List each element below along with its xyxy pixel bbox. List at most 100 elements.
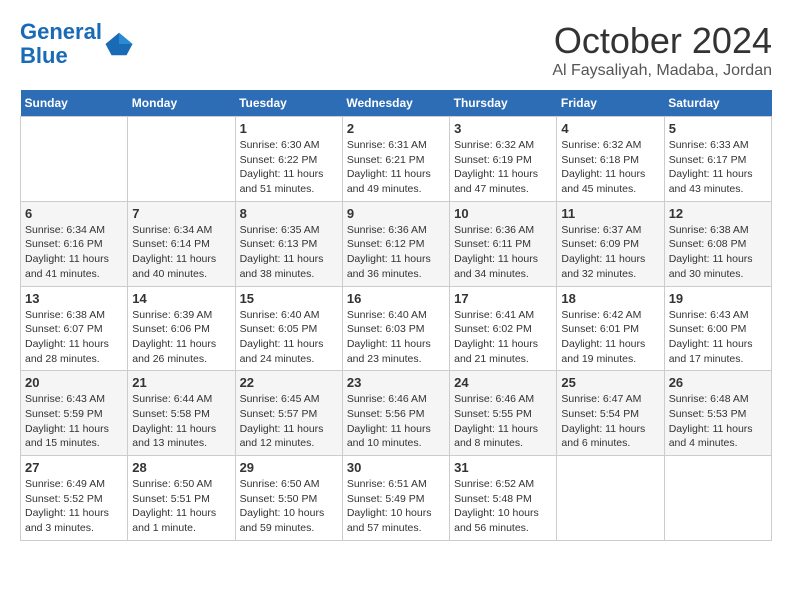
day-info: Sunrise: 6:40 AM Sunset: 6:03 PM Dayligh… xyxy=(347,308,445,367)
day-info: Sunrise: 6:33 AM Sunset: 6:17 PM Dayligh… xyxy=(669,138,767,197)
day-number: 8 xyxy=(240,206,338,221)
weekday-header-sunday: Sunday xyxy=(21,90,128,117)
calendar-cell: 26Sunrise: 6:48 AM Sunset: 5:53 PM Dayli… xyxy=(664,371,771,456)
calendar-cell: 22 Sunrise: 6:45 AM Sunset: 5:57 PM Dayli… xyxy=(235,371,342,456)
weekday-header-row: SundayMondayTuesdayWednesdayThursdayFrid… xyxy=(21,90,772,117)
calendar-cell: 24Sunrise: 6:46 AM Sunset: 5:55 PM Dayli… xyxy=(450,371,557,456)
location-subtitle: Al Faysaliyah, Madaba, Jordan xyxy=(552,62,772,80)
day-number: 13 xyxy=(25,291,123,306)
day-info: Sunrise: 6:34 AM Sunset: 6:14 PM Dayligh… xyxy=(132,223,230,282)
day-number: 3 xyxy=(454,121,552,136)
day-number: 2 xyxy=(347,121,445,136)
day-number: 28 xyxy=(132,460,230,475)
day-info: Sunrise: 6:50 AM Sunset: 5:51 PM Dayligh… xyxy=(132,477,230,536)
day-number: 11 xyxy=(561,206,659,221)
calendar-cell xyxy=(557,456,664,541)
day-info: Sunrise: 6:44 AM Sunset: 5:58 PM Dayligh… xyxy=(132,392,230,451)
day-info: Sunrise: 6:35 AM Sunset: 6:13 PM Dayligh… xyxy=(240,223,338,282)
day-info: Sunrise: 6:50 AM Sunset: 5:50 PM Dayligh… xyxy=(240,477,338,536)
calendar-cell: 2 Sunrise: 6:31 AM Sunset: 6:21 PM Daylig… xyxy=(342,117,449,202)
calendar-cell: 29 Sunrise: 6:50 AM Sunset: 5:50 PM Dayli… xyxy=(235,456,342,541)
calendar-cell: 13 Sunrise: 6:38 AM Sunset: 6:07 PM Dayli… xyxy=(21,286,128,371)
weekday-header-tuesday: Tuesday xyxy=(235,90,342,117)
day-info: Sunrise: 6:43 AM Sunset: 6:00 PM Dayligh… xyxy=(669,308,767,367)
day-number: 1 xyxy=(240,121,338,136)
calendar-cell: 6 Sunrise: 6:34 AM Sunset: 6:16 PM Daylig… xyxy=(21,201,128,286)
calendar-cell xyxy=(21,117,128,202)
day-number: 14 xyxy=(132,291,230,306)
day-number: 16 xyxy=(347,291,445,306)
day-number: 4 xyxy=(561,121,659,136)
calendar-table: SundayMondayTuesdayWednesdayThursdayFrid… xyxy=(20,90,772,541)
calendar-cell: 19 Sunrise: 6:43 AM Sunset: 6:00 PM Dayli… xyxy=(664,286,771,371)
calendar-cell: 14 Sunrise: 6:39 AM Sunset: 6:06 PM Dayli… xyxy=(128,286,235,371)
day-info: Sunrise: 6:31 AM Sunset: 6:21 PM Dayligh… xyxy=(347,138,445,197)
day-info: Sunrise: 6:32 AM Sunset: 6:19 PM Dayligh… xyxy=(454,138,552,197)
logo-icon xyxy=(104,29,134,59)
day-number: 9 xyxy=(347,206,445,221)
calendar-cell: 21 Sunrise: 6:44 AM Sunset: 5:58 PM Dayli… xyxy=(128,371,235,456)
day-number: 31 xyxy=(454,460,552,475)
calendar-cell: 20 Sunrise: 6:43 AM Sunset: 5:59 PM Dayli… xyxy=(21,371,128,456)
weekday-header-thursday: Thursday xyxy=(450,90,557,117)
day-number: 21 xyxy=(132,375,230,390)
calendar-cell: 7 Sunrise: 6:34 AM Sunset: 6:14 PM Daylig… xyxy=(128,201,235,286)
day-number: 7 xyxy=(132,206,230,221)
week-row-3: 13 Sunrise: 6:38 AM Sunset: 6:07 PM Dayli… xyxy=(21,286,772,371)
logo-text: GeneralBlue xyxy=(20,20,102,68)
day-info: Sunrise: 6:45 AM Sunset: 5:57 PM Dayligh… xyxy=(240,392,338,451)
day-number: 18 xyxy=(561,291,659,306)
day-info: Sunrise: 6:46 AM Sunset: 5:55 PM Dayligh… xyxy=(454,392,552,451)
day-number: 19 xyxy=(669,291,767,306)
weekday-header-friday: Friday xyxy=(557,90,664,117)
calendar-cell: 9 Sunrise: 6:36 AM Sunset: 6:12 PM Daylig… xyxy=(342,201,449,286)
day-info: Sunrise: 6:46 AM Sunset: 5:56 PM Dayligh… xyxy=(347,392,445,451)
calendar-cell: 25 Sunrise: 6:47 AM Sunset: 5:54 PM Dayli… xyxy=(557,371,664,456)
calendar-cell: 18Sunrise: 6:42 AM Sunset: 6:01 PM Dayli… xyxy=(557,286,664,371)
weekday-header-saturday: Saturday xyxy=(664,90,771,117)
day-number: 6 xyxy=(25,206,123,221)
day-info: Sunrise: 6:34 AM Sunset: 6:16 PM Dayligh… xyxy=(25,223,123,282)
week-row-5: 27Sunrise: 6:49 AM Sunset: 5:52 PM Dayli… xyxy=(21,456,772,541)
day-number: 17 xyxy=(454,291,552,306)
calendar-cell: 15Sunrise: 6:40 AM Sunset: 6:05 PM Dayli… xyxy=(235,286,342,371)
day-number: 27 xyxy=(25,460,123,475)
calendar-cell: 11 Sunrise: 6:37 AM Sunset: 6:09 PM Dayli… xyxy=(557,201,664,286)
calendar-cell: 30 Sunrise: 6:51 AM Sunset: 5:49 PM Dayli… xyxy=(342,456,449,541)
day-info: Sunrise: 6:30 AM Sunset: 6:22 PM Dayligh… xyxy=(240,138,338,197)
day-info: Sunrise: 6:48 AM Sunset: 5:53 PM Dayligh… xyxy=(669,392,767,451)
month-title: October 2024 xyxy=(552,20,772,62)
day-info: Sunrise: 6:52 AM Sunset: 5:48 PM Dayligh… xyxy=(454,477,552,536)
day-number: 30 xyxy=(347,460,445,475)
day-info: Sunrise: 6:36 AM Sunset: 6:11 PM Dayligh… xyxy=(454,223,552,282)
calendar-cell: 23 Sunrise: 6:46 AM Sunset: 5:56 PM Dayli… xyxy=(342,371,449,456)
calendar-cell: 4 Sunrise: 6:32 AM Sunset: 6:18 PM Daylig… xyxy=(557,117,664,202)
day-number: 5 xyxy=(669,121,767,136)
calendar-cell: 17Sunrise: 6:41 AM Sunset: 6:02 PM Dayli… xyxy=(450,286,557,371)
day-info: Sunrise: 6:39 AM Sunset: 6:06 PM Dayligh… xyxy=(132,308,230,367)
calendar-cell: 10 Sunrise: 6:36 AM Sunset: 6:11 PM Dayli… xyxy=(450,201,557,286)
day-info: Sunrise: 6:32 AM Sunset: 6:18 PM Dayligh… xyxy=(561,138,659,197)
day-info: Sunrise: 6:38 AM Sunset: 6:07 PM Dayligh… xyxy=(25,308,123,367)
day-info: Sunrise: 6:51 AM Sunset: 5:49 PM Dayligh… xyxy=(347,477,445,536)
day-info: Sunrise: 6:37 AM Sunset: 6:09 PM Dayligh… xyxy=(561,223,659,282)
day-number: 23 xyxy=(347,375,445,390)
day-number: 10 xyxy=(454,206,552,221)
page-header: GeneralBlue October 2024 Al Faysaliyah, … xyxy=(20,20,772,80)
day-info: Sunrise: 6:40 AM Sunset: 6:05 PM Dayligh… xyxy=(240,308,338,367)
day-number: 20 xyxy=(25,375,123,390)
calendar-cell: 8 Sunrise: 6:35 AM Sunset: 6:13 PM Daylig… xyxy=(235,201,342,286)
title-block: October 2024 Al Faysaliyah, Madaba, Jord… xyxy=(552,20,772,80)
weekday-header-wednesday: Wednesday xyxy=(342,90,449,117)
day-info: Sunrise: 6:47 AM Sunset: 5:54 PM Dayligh… xyxy=(561,392,659,451)
day-number: 29 xyxy=(240,460,338,475)
day-info: Sunrise: 6:36 AM Sunset: 6:12 PM Dayligh… xyxy=(347,223,445,282)
calendar-cell: 16 Sunrise: 6:40 AM Sunset: 6:03 PM Dayli… xyxy=(342,286,449,371)
logo: GeneralBlue xyxy=(20,20,134,68)
day-info: Sunrise: 6:38 AM Sunset: 6:08 PM Dayligh… xyxy=(669,223,767,282)
week-row-4: 20 Sunrise: 6:43 AM Sunset: 5:59 PM Dayli… xyxy=(21,371,772,456)
day-number: 22 xyxy=(240,375,338,390)
calendar-cell: 27Sunrise: 6:49 AM Sunset: 5:52 PM Dayli… xyxy=(21,456,128,541)
day-info: Sunrise: 6:43 AM Sunset: 5:59 PM Dayligh… xyxy=(25,392,123,451)
day-number: 25 xyxy=(561,375,659,390)
